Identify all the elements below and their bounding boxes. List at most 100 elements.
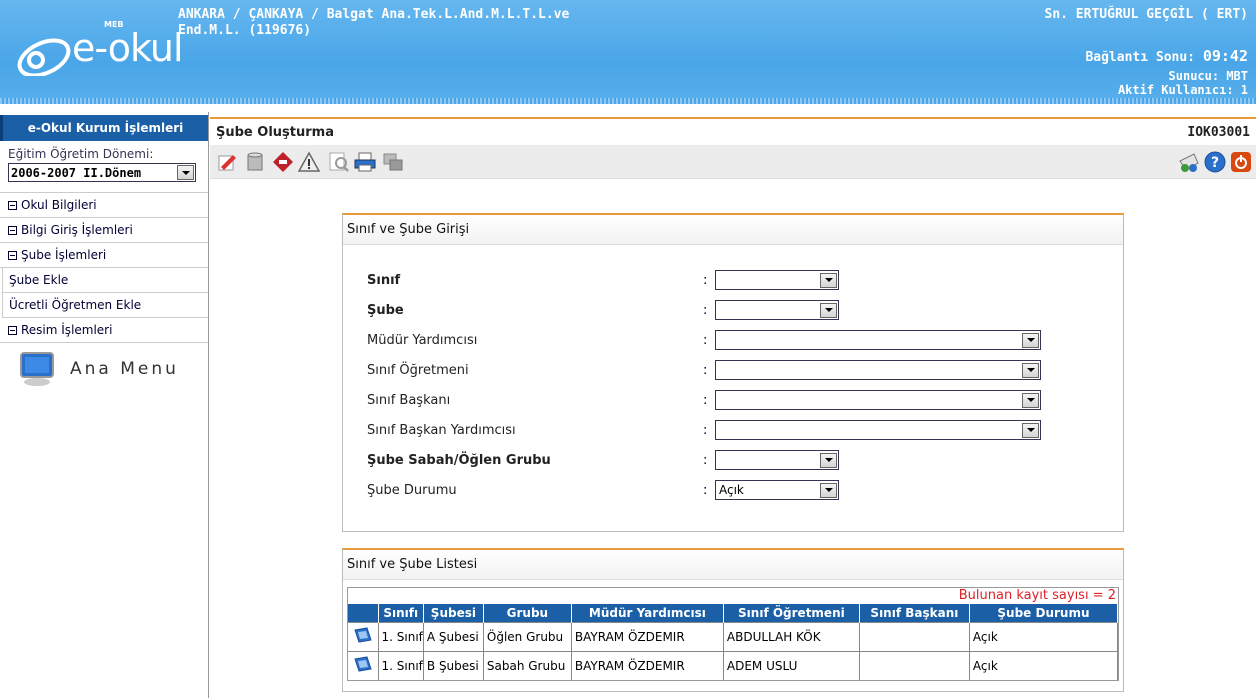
table-row[interactable]: 1. Sınıf A Şubesi Öğlen Grubu BAYRAM ÖZD… (348, 621, 1119, 651)
chevron-down-icon[interactable] (1022, 392, 1039, 408)
column-header[interactable]: Sınıf Öğretmeni (723, 604, 860, 622)
cell-durum: Açık (969, 621, 1119, 651)
preview-icon[interactable] (328, 151, 350, 173)
column-header[interactable]: Müdür Yardımcısı (571, 604, 724, 622)
school-line-2: End.M.L. (119676) (178, 23, 312, 38)
cell-sinif: 1. Sınıf (378, 621, 424, 651)
period-value: 2006-2007 II.Dönem (11, 165, 142, 180)
chevron-down-icon[interactable] (1022, 362, 1039, 378)
cell-mudur: BAYRAM ÖZDEMIR (571, 621, 724, 651)
e-okul-logo[interactable]: MEB e-okul (14, 14, 184, 84)
sube-select[interactable] (715, 300, 839, 320)
class-list-title: Sınıf ve Şube Listesi (343, 550, 1123, 580)
help-icon[interactable]: ? (1204, 151, 1226, 173)
sidebar-item-ucretli-ogretmen-ekle[interactable]: Ücretli Öğretmen Ekle (2, 293, 208, 318)
warning-icon[interactable] (298, 151, 320, 173)
edit-row-icon[interactable] (348, 650, 379, 680)
expand-icon (8, 200, 17, 210)
toolbar: ? (210, 145, 1256, 179)
sidebar-item-sube-islemleri[interactable]: Şube İşlemleri (0, 243, 208, 268)
sidebar-title: e-Okul Kurum İşlemleri (0, 115, 208, 141)
document-icon (354, 656, 372, 672)
cell-sube: B Şubesi (423, 650, 484, 680)
connection-end: Bağlantı Sonu: 09:42 (1085, 47, 1248, 65)
school-name: ANKARA / ÇANKAYA / Balgat Ana.Tek.L.And.… (178, 7, 698, 39)
period-select[interactable]: 2006-2007 II.Dönem (8, 163, 196, 182)
expand-icon (8, 225, 17, 235)
page-title: Şube Oluşturma (216, 124, 334, 140)
field-colon: : (703, 272, 708, 288)
field-colon: : (703, 362, 708, 378)
database-icon[interactable] (244, 151, 266, 173)
field-sube-durumu: Şube Durumu : Açık (367, 480, 839, 500)
edit-icon[interactable] (216, 151, 238, 173)
sidebar-item-bilgi-giris[interactable]: Bilgi Giriş İşlemleri (0, 218, 208, 243)
sinif-baskan-yardimcisi-select[interactable] (715, 420, 1041, 440)
sinif-baskani-select[interactable] (715, 390, 1041, 410)
column-header[interactable]: Grubu (483, 604, 572, 622)
chevron-down-icon[interactable] (820, 452, 837, 468)
cell-sube: A Şubesi (423, 621, 484, 651)
cell-baskan (859, 621, 970, 651)
field-mudur-yardimcisi: Müdür Yardımcısı : (367, 330, 1041, 350)
period-label: Eğitim Öğretim Dönemi: (8, 147, 154, 161)
main-menu-link[interactable]: Ana Menu (0, 351, 208, 387)
session-info: Bağlantı Sonu: 09:42 Sunucu: MBT Aktif K… (1085, 47, 1248, 97)
table-row[interactable]: 1. Sınıf B Şubesi Sabah Grubu BAYRAM ÖZD… (348, 650, 1119, 680)
sidebar-item-sube-ekle[interactable]: Şube Ekle (2, 268, 208, 293)
expand-icon (8, 325, 17, 335)
sube-grubu-select[interactable] (715, 450, 839, 470)
sidebar-item-okul-bilgileri[interactable]: Okul Bilgileri (0, 193, 208, 218)
sidebar-item-resim-islemleri[interactable]: Resim İşlemleri (0, 318, 208, 343)
active-users: Aktif Kullanıcı: 1 (1117, 83, 1248, 97)
field-label: Sınıf Başkan Yardımcısı (367, 422, 516, 438)
cell-ogretmen: ADEM USLU (723, 650, 860, 680)
export-icon[interactable] (382, 151, 404, 173)
mudur-yardimcisi-select[interactable] (715, 330, 1041, 350)
table-header-row: Sınıfı Şubesi Grubu Müdür Yardımcısı Sın… (348, 604, 1119, 622)
field-sinif-ogretmeni: Sınıf Öğretmeni : (367, 360, 1041, 380)
power-icon[interactable] (1230, 151, 1252, 173)
chevron-down-icon[interactable] (820, 272, 837, 288)
field-sinif: Sınıf : (367, 270, 839, 290)
logo-brand: e-okul (72, 26, 184, 70)
sube-durumu-select[interactable]: Açık (715, 480, 839, 500)
chevron-down-icon[interactable] (820, 482, 837, 498)
chevron-down-icon[interactable] (820, 302, 837, 318)
column-header[interactable]: Sınıfı (378, 604, 424, 622)
cell-ogretmen: ABDULLAH KÖK (723, 621, 860, 651)
class-entry-title: Sınıf ve Şube Girişi (343, 215, 1123, 245)
field-sinif-baskan-yardimcisi: Sınıf Başkan Yardımcısı : (367, 420, 1041, 440)
header-divider (0, 98, 1256, 104)
network-icon[interactable] (1178, 151, 1200, 173)
field-sinif-baskani: Sınıf Başkanı : (367, 390, 1041, 410)
chevron-down-icon[interactable] (177, 165, 194, 180)
field-label: Sınıf Öğretmeni (367, 362, 469, 378)
sidebar-menu: Okul Bilgileri Bilgi Giriş İşlemleri Şub… (0, 192, 208, 343)
user-name: Sn. ERTUĞRUL GEÇGİL ( ERT) (1044, 7, 1249, 22)
cell-sinif: 1. Sınıf (378, 650, 424, 680)
column-header[interactable]: Şube Durumu (969, 604, 1119, 622)
sinif-select[interactable] (715, 270, 839, 290)
class-table: Sınıfı Şubesi Grubu Müdür Yardımcısı Sın… (348, 604, 1119, 680)
field-label: Şube Durumu (367, 482, 457, 498)
print-icon[interactable] (354, 151, 376, 173)
cell-mudur: BAYRAM ÖZDEMIR (571, 650, 724, 680)
class-list-panel: Sınıf ve Şube Listesi Bulunan kayıt sayı… (342, 548, 1124, 692)
column-header[interactable]: Sınıf Başkanı (859, 604, 970, 622)
cell-baskan (859, 650, 970, 680)
chevron-down-icon[interactable] (1022, 422, 1039, 438)
class-entry-panel: Sınıf ve Şube Girişi Sınıf : Şube : Müdü… (342, 213, 1124, 532)
column-header[interactable]: Şubesi (423, 604, 484, 622)
document-icon (354, 627, 372, 643)
column-header (348, 604, 379, 622)
sidebar-item-label: Okul Bilgileri (21, 198, 97, 212)
edit-row-icon[interactable] (348, 621, 379, 651)
field-colon: : (703, 302, 708, 318)
sinif-ogretmeni-select[interactable] (715, 360, 1041, 380)
field-label: Şube (367, 302, 404, 318)
clear-icon[interactable] (272, 151, 294, 173)
sidebar-item-label: Resim İşlemleri (21, 323, 113, 337)
field-label: Sınıf (367, 272, 401, 288)
chevron-down-icon[interactable] (1022, 332, 1039, 348)
